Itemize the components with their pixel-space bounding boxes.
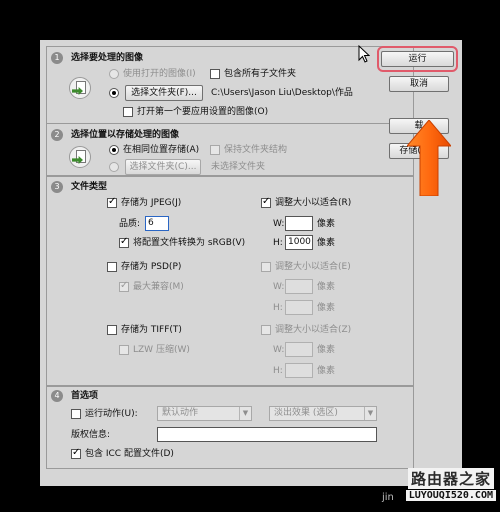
tiff-width-label: W:: [273, 345, 285, 355]
psd-resize-label: 调整大小以适合(E): [275, 262, 351, 272]
section-number-4: 4: [51, 390, 63, 402]
section-number-3: 3: [51, 181, 63, 193]
chevron-down-icon: ▼: [239, 407, 251, 420]
jpeg-quality-label: 品质:: [119, 219, 141, 229]
section-title: 首选项: [71, 391, 99, 401]
include-subfolders-label: 包含所有子文件夹: [224, 69, 297, 79]
save-as-psd-checkbox[interactable]: [107, 262, 117, 272]
save-as-psd-label: 存储为 PSD(P): [121, 262, 182, 272]
psd-width-unit: 像素: [317, 282, 336, 292]
copyright-input[interactable]: [157, 427, 377, 442]
include-icc-checkbox[interactable]: [71, 447, 81, 459]
annotation-arrow-icon: [407, 120, 451, 196]
open-first-image-checkbox[interactable]: [123, 107, 133, 117]
section-title: 文件类型: [71, 182, 108, 192]
same-location-label: 在相同位置存储(A): [123, 145, 200, 155]
section-save-location: 2 选择位置以存储处理的图像 在相同位置存储(A) 保持文件夹结构 选择文件夹(…: [46, 123, 414, 176]
tiff-height-label: H:: [273, 366, 283, 376]
mouse-cursor-icon: [358, 45, 370, 63]
section-title: 选择位置以存储处理的图像: [71, 130, 180, 140]
save-as-jpeg-checkbox[interactable]: [107, 196, 117, 208]
choose-dest-folder-radio[interactable]: [109, 162, 119, 172]
section-preferences: 4 首选项 运行动作(U): 默认动作 ▼ 淡出效果 (选区) ▼ 版权信息: …: [46, 385, 414, 469]
psd-height-label: H:: [273, 303, 283, 313]
jpeg-width-input[interactable]: [285, 216, 313, 231]
section-number-1: 1: [51, 52, 63, 64]
tiff-width-input[interactable]: [285, 342, 313, 357]
jpeg-height-label: H:: [273, 238, 283, 248]
jpeg-height-input[interactable]: 1000: [285, 235, 313, 250]
section-file-type: 3 文件类型 存储为 JPEG(J) 调整大小以适合(R) 品质: 6 W: 像…: [46, 176, 414, 387]
psd-resize-checkbox[interactable]: [261, 262, 271, 272]
action-name-select[interactable]: 淡出效果 (选区) ▼: [269, 406, 377, 421]
tiff-height-input[interactable]: [285, 363, 313, 378]
save-as-tiff-label: 存储为 TIFF(T): [121, 325, 182, 335]
use-open-images-radio[interactable]: [109, 69, 119, 79]
max-compatibility-checkbox[interactable]: [119, 280, 129, 292]
tiff-resize-label: 调整大小以适合(Z): [275, 325, 352, 335]
run-action-label: 运行动作(U):: [85, 409, 138, 419]
watermark: jin 路由器之家 LUYOUQI520.COM: [362, 462, 498, 510]
psd-width-label: W:: [273, 282, 285, 292]
tiff-width-unit: 像素: [317, 345, 336, 355]
include-icc-label: 包含 ICC 配置文件(D): [85, 449, 174, 459]
action-set-select[interactable]: 默认动作 ▼: [157, 406, 252, 421]
choose-dest-folder-button[interactable]: 选择文件夹(C)...: [125, 159, 201, 175]
watermark-url: LUYOUQI520.COM: [405, 490, 496, 501]
source-folder-path: C:\Users\Jason Liu\Desktop\作品: [211, 88, 353, 98]
convert-srgb-checkbox[interactable]: [119, 236, 129, 248]
save-as-jpeg-label: 存储为 JPEG(J): [121, 198, 182, 208]
watermark-ji: jin: [382, 492, 394, 503]
image-processor-dialog: 1 选择要处理的图像 使用打开的图像(I) 包含所有子文件夹 选择文件夹(F).…: [40, 40, 462, 486]
psd-height-input[interactable]: [285, 300, 313, 315]
lzw-compression-label: LZW 压缩(W): [133, 345, 190, 355]
keep-folder-structure-checkbox[interactable]: [210, 145, 220, 155]
psd-width-input[interactable]: [285, 279, 313, 294]
jpeg-quality-input[interactable]: 6: [145, 216, 169, 231]
jpeg-height-unit: 像素: [317, 238, 336, 248]
run-action-checkbox[interactable]: [71, 409, 81, 419]
use-open-images-label: 使用打开的图像(I): [123, 69, 196, 79]
action-name-value: 淡出效果 (选区): [274, 408, 338, 418]
image-source-icon: [69, 77, 91, 99]
no-folder-selected-label: 未选择文件夹: [211, 162, 266, 172]
max-compatibility-label: 最大兼容(M): [133, 282, 184, 292]
jpeg-resize-label: 调整大小以适合(R): [275, 198, 352, 208]
tiff-resize-checkbox[interactable]: [261, 325, 271, 335]
action-set-value: 默认动作: [162, 408, 199, 418]
include-subfolders-checkbox[interactable]: [210, 69, 220, 79]
copyright-label: 版权信息:: [71, 430, 111, 440]
same-location-radio[interactable]: [109, 145, 119, 155]
save-as-tiff-checkbox[interactable]: [107, 325, 117, 335]
open-first-image-label: 打开第一个要应用设置的图像(O): [137, 107, 269, 117]
save-location-icon: [69, 146, 91, 168]
chevron-down-icon: ▼: [364, 407, 376, 420]
keep-folder-structure-label: 保持文件夹结构: [224, 145, 288, 155]
lzw-compression-checkbox[interactable]: [119, 345, 129, 355]
jpeg-width-unit: 像素: [317, 219, 336, 229]
choose-folder-radio[interactable]: [109, 88, 119, 98]
psd-height-unit: 像素: [317, 303, 336, 313]
run-button[interactable]: 运行: [381, 51, 454, 67]
jpeg-resize-checkbox[interactable]: [261, 196, 271, 208]
convert-srgb-label: 将配置文件转换为 sRGB(V): [133, 238, 246, 248]
choose-folder-button[interactable]: 选择文件夹(F)...: [125, 85, 203, 101]
section-number-2: 2: [51, 129, 63, 141]
jpeg-width-label: W:: [273, 219, 285, 229]
tiff-height-unit: 像素: [317, 366, 336, 376]
watermark-site-name: 路由器之家: [407, 468, 494, 489]
cancel-button[interactable]: 取消: [389, 76, 449, 92]
section-title: 选择要处理的图像: [71, 53, 144, 63]
